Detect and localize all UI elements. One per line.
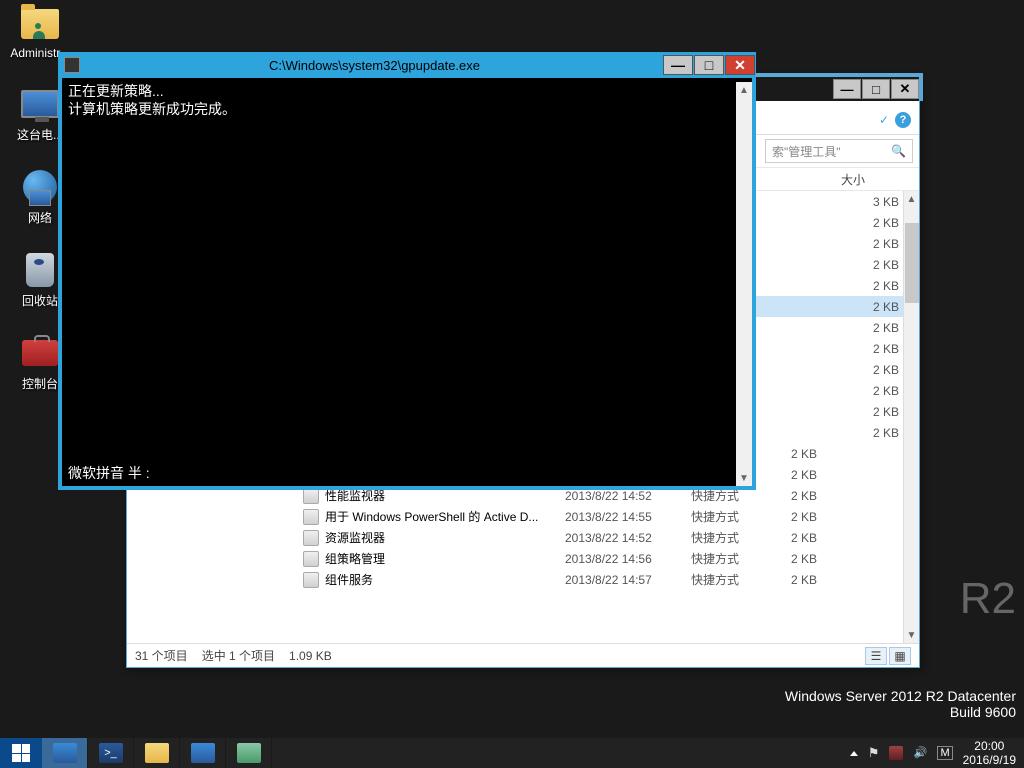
shortcut-icon <box>303 551 319 567</box>
ime-status: 微软拼音 半 : <box>68 464 150 482</box>
taskbar-powershell[interactable]: >_ <box>88 738 134 768</box>
status-bar: 31 个项目 选中 1 个项目 1.09 KB ☰ ▦ <box>127 643 919 667</box>
folder-user-icon <box>21 9 59 39</box>
folder-icon <box>145 743 169 763</box>
shortcut-icon <box>303 572 319 588</box>
taskbar: >_ ⚑ 🔊 M 20:00 2016/9/19 <box>0 738 1024 768</box>
taskbar-app2[interactable] <box>226 738 272 768</box>
table-row[interactable]: 组策略管理2013/8/22 14:56快捷方式2 KB <box>127 548 919 569</box>
explorer-close-button[interactable]: ✕ <box>891 79 919 99</box>
network-tray-icon[interactable] <box>889 746 903 760</box>
server-manager-icon <box>53 743 77 763</box>
search-icon: 🔍 <box>891 144 906 158</box>
console-titlebar[interactable]: C:\Windows\system32\gpupdate.exe — □ ✕ <box>58 52 756 78</box>
taskbar-clock[interactable]: 20:00 2016/9/19 <box>963 739 1016 768</box>
search-input[interactable]: 索"管理工具"🔍 <box>765 139 913 163</box>
windows-logo-icon <box>12 744 30 762</box>
taskbar-explorer[interactable] <box>134 738 180 768</box>
table-row[interactable]: 组件服务2013/8/22 14:57快捷方式2 KB <box>127 569 919 590</box>
status-selected: 选中 1 个项目 <box>202 647 275 664</box>
console-maximize-button[interactable]: □ <box>694 55 724 75</box>
console-scrollbar[interactable]: ▲▼ <box>736 82 752 486</box>
view-details-button[interactable]: ☰ <box>865 647 887 665</box>
table-row[interactable]: 资源监视器2013/8/22 14:52快捷方式2 KB <box>127 527 919 548</box>
computer-icon <box>21 90 59 118</box>
windows-watermark: R2 Windows Server 2012 R2 Datacenter Bui… <box>785 688 1016 720</box>
console-window[interactable]: C:\Windows\system32\gpupdate.exe — □ ✕ 正… <box>58 52 756 490</box>
tray-overflow-icon[interactable] <box>850 751 858 756</box>
network-icon <box>23 170 57 204</box>
column-size: 大小 <box>803 171 903 188</box>
start-button[interactable] <box>0 738 42 768</box>
console-icon <box>64 57 80 73</box>
console-close-button[interactable]: ✕ <box>725 55 755 75</box>
help-icon[interactable]: ? <box>895 112 911 128</box>
taskbar-server-manager[interactable] <box>42 738 88 768</box>
scrollbar-vertical[interactable]: ▲▼ <box>903 191 919 643</box>
shortcut-icon <box>303 509 319 525</box>
console-output: 正在更新策略... 计算机策略更新成功完成。 微软拼音 半 : <box>62 78 752 486</box>
scrollbar-thumb[interactable] <box>905 223 919 303</box>
action-center-icon[interactable]: ⚑ <box>868 745 880 761</box>
ime-indicator[interactable]: M <box>937 746 952 760</box>
powershell-icon: >_ <box>99 743 123 763</box>
toolbox-icon <box>22 340 58 366</box>
volume-tray-icon[interactable]: 🔊 <box>913 746 927 760</box>
status-item-count: 31 个项目 <box>135 647 188 664</box>
taskbar-app1[interactable] <box>180 738 226 768</box>
app-icon <box>237 743 261 763</box>
recycle-bin-icon <box>26 253 54 287</box>
console-title: C:\Windows\system32\gpupdate.exe <box>86 58 663 73</box>
view-icons-button[interactable]: ▦ <box>889 647 911 665</box>
shortcut-icon <box>303 530 319 546</box>
app-icon <box>191 743 215 763</box>
status-size: 1.09 KB <box>289 649 332 663</box>
explorer-maximize-button[interactable]: □ <box>862 79 890 99</box>
console-minimize-button[interactable]: — <box>663 55 693 75</box>
explorer-minimize-button[interactable]: — <box>833 79 861 99</box>
table-row[interactable]: 用于 Windows PowerShell 的 Active D...2013/… <box>127 506 919 527</box>
system-tray: ⚑ 🔊 M 20:00 2016/9/19 <box>842 738 1024 768</box>
